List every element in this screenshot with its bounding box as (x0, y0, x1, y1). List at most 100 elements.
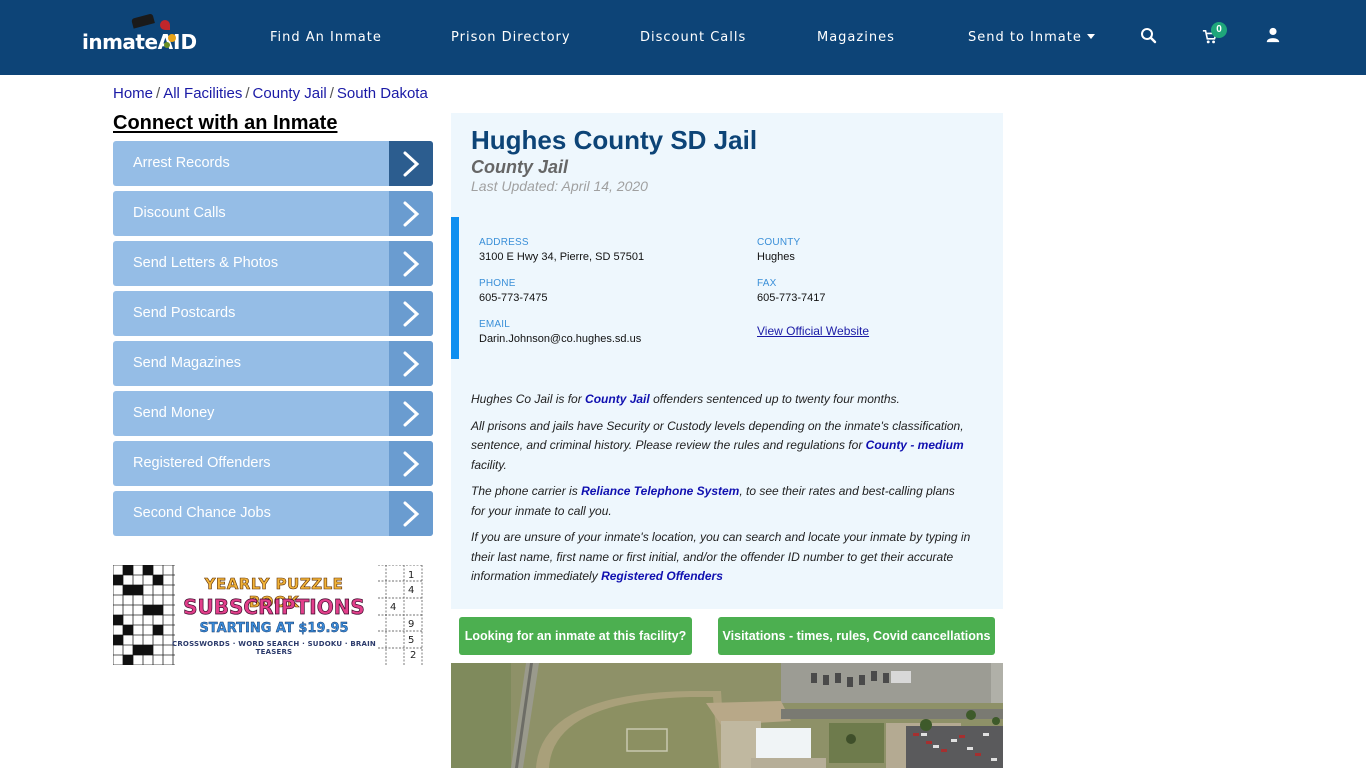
sidebar-item-label: Send Money (133, 405, 215, 421)
description-paragraph: If you are unsure of your inmate's locat… (471, 528, 971, 587)
ad-title: SUBSCRIPTIONS (183, 595, 365, 620)
aerial-photo-graphic (451, 663, 1003, 768)
breadcrumb-county-jail[interactable]: County Jail (253, 85, 327, 102)
svg-text:5: 5 (408, 635, 414, 646)
site-logo[interactable]: inmate AID (82, 13, 198, 54)
registered-offenders-link[interactable]: Registered Offenders (601, 569, 723, 583)
phone-value: 605-773-7475 (479, 292, 548, 304)
description-text: offenders sentenced up to twenty four mo… (649, 392, 900, 406)
breadcrumb-separator: / (329, 85, 334, 102)
breadcrumb: Home / All Facilities / County Jail / South Da… (113, 85, 428, 102)
sudoku-grid-graphic: 1 4 4 9 5 2 (378, 565, 423, 665)
facility-details-panel: Hughes County SD Jail County Jail Last U… (451, 113, 1003, 609)
nav-find-an-inmate[interactable]: Find An Inmate (270, 30, 382, 46)
logo-leaf-icon (164, 42, 170, 48)
address-field: ADDRESS 3100 E Hwy 34, Pierre, SD 57501 (479, 237, 644, 263)
chevron-right-icon (389, 141, 433, 186)
breadcrumb-separator: / (156, 85, 161, 102)
sidebar-item-label: Arrest Records (133, 155, 230, 171)
contact-info-box: ADDRESS 3100 E Hwy 34, Pierre, SD 57501 … (451, 217, 1003, 359)
sidebar-item-label: Send Magazines (133, 355, 242, 371)
nav-send-to-inmate[interactable]: Send to Inmate (968, 30, 1095, 46)
sidebar-item-label: Second Chance Jobs (133, 505, 271, 521)
top-navigation-bar: inmate AID Find An Inmate Prison Directo… (0, 0, 1366, 75)
address-value: 3100 E Hwy 34, Pierre, SD 57501 (479, 251, 645, 263)
sidebar-item-discount-calls[interactable]: Discount Calls (113, 191, 433, 236)
county-medium-link[interactable]: County - medium (866, 438, 964, 452)
chevron-right-icon (389, 191, 433, 236)
ad-price: STARTING AT $19.95 (199, 621, 349, 636)
sidebar-item-registered-offenders[interactable]: Registered Offenders (113, 441, 433, 486)
county-label: COUNTY (757, 237, 801, 248)
facility-title: Hughes County SD Jail (471, 125, 758, 155)
chevron-right-icon (389, 391, 433, 436)
nav-prison-directory[interactable]: Prison Directory (451, 30, 571, 46)
svg-text:4: 4 (390, 602, 396, 613)
sidebar-item-send-magazines[interactable]: Send Magazines (113, 341, 433, 386)
find-inmate-at-facility-button[interactable]: Looking for an inmate at this facility? (459, 617, 692, 655)
logo-text-inmate: inmate (82, 30, 158, 54)
puzzle-book-ad-banner[interactable]: YEARLY PUZZLE BOOK SUBSCRIPTIONS STARTIN… (113, 565, 423, 665)
reliance-telephone-link[interactable]: Reliance Telephone System (581, 484, 739, 498)
search-icon[interactable] (1140, 27, 1158, 45)
website-field: View Official Website (757, 321, 869, 340)
logo-leaf-icon (168, 34, 176, 42)
chevron-right-icon (389, 441, 433, 486)
county-value: Hughes (757, 251, 795, 263)
sidebar-item-arrest-records[interactable]: Arrest Records (113, 141, 433, 186)
svg-text:1: 1 (408, 570, 414, 581)
sidebar-menu: Arrest Records Discount Calls Send Lette… (113, 141, 433, 541)
facility-type: County Jail (471, 157, 569, 177)
sidebar-item-label: Registered Offenders (133, 455, 271, 471)
description-text: facility. (471, 457, 507, 472)
breadcrumb-all-facilities[interactable]: All Facilities (163, 85, 242, 102)
nav-send-to-inmate-label: Send to Inmate (968, 30, 1082, 45)
svg-text:9: 9 (408, 619, 414, 630)
breadcrumb-home[interactable]: Home (113, 85, 153, 102)
sidebar-item-second-chance-jobs[interactable]: Second Chance Jobs (113, 491, 433, 536)
caret-down-icon (1086, 34, 1095, 39)
svg-text:2: 2 (410, 650, 416, 661)
address-label: ADDRESS (479, 237, 529, 248)
facility-aerial-photo (451, 663, 1003, 768)
chevron-right-icon (389, 341, 433, 386)
info-accent-bar (451, 217, 459, 359)
last-updated: Last Updated: April 14, 2020 (471, 178, 648, 194)
county-field: COUNTY Hughes (757, 237, 800, 263)
chevron-right-icon (389, 241, 433, 286)
phone-field: PHONE 605-773-7475 (479, 278, 548, 304)
cart-count-badge: 0 (1211, 22, 1227, 38)
fax-field: FAX 605-773-7417 (757, 278, 826, 304)
description-text: The phone carrier is (471, 484, 582, 498)
chevron-right-icon (389, 491, 433, 536)
facility-description: Hughes Co Jail is for County Jail offend… (471, 390, 971, 594)
sidebar-item-label: Discount Calls (133, 205, 226, 221)
sidebar-item-send-letters-photos[interactable]: Send Letters & Photos (113, 241, 433, 286)
breadcrumb-south-dakota[interactable]: South Dakota (337, 85, 428, 102)
breadcrumb-separator: / (245, 85, 250, 102)
fax-label: FAX (757, 278, 777, 289)
logo-text-aid: AID (157, 30, 198, 54)
sidebar-item-send-money[interactable]: Send Money (113, 391, 433, 436)
sidebar-item-label: Send Letters & Photos (133, 255, 279, 271)
logo-hat-icon (131, 13, 155, 29)
phone-label: PHONE (479, 278, 516, 289)
sidebar-title: Connect with an Inmate (113, 112, 338, 134)
fax-value: 605-773-7417 (757, 292, 826, 304)
sidebar-item-label: Send Postcards (133, 305, 236, 321)
description-paragraph: The phone carrier is Reliance Telephone … (471, 482, 971, 521)
sidebar-item-send-postcards[interactable]: Send Postcards (113, 291, 433, 336)
nav-discount-calls[interactable]: Discount Calls (640, 30, 746, 46)
logo-leaf-icon (160, 20, 170, 30)
user-icon[interactable] (1265, 27, 1283, 45)
chevron-right-icon (389, 291, 433, 336)
email-label: EMAIL (479, 319, 511, 330)
description-paragraph: All prisons and jails have Security or C… (471, 417, 971, 476)
view-official-website-link[interactable]: View Official Website (757, 324, 869, 338)
county-jail-link[interactable]: County Jail (585, 392, 650, 406)
description-paragraph: Hughes Co Jail is for County Jail offend… (471, 390, 971, 410)
nav-magazines[interactable]: Magazines (817, 30, 895, 46)
visitations-button[interactable]: Visitations - times, rules, Covid cancel… (718, 617, 995, 655)
email-field: EMAIL Darin.Johnson@co.hughes.sd.us (479, 319, 641, 345)
email-value: Darin.Johnson@co.hughes.sd.us (479, 333, 642, 345)
